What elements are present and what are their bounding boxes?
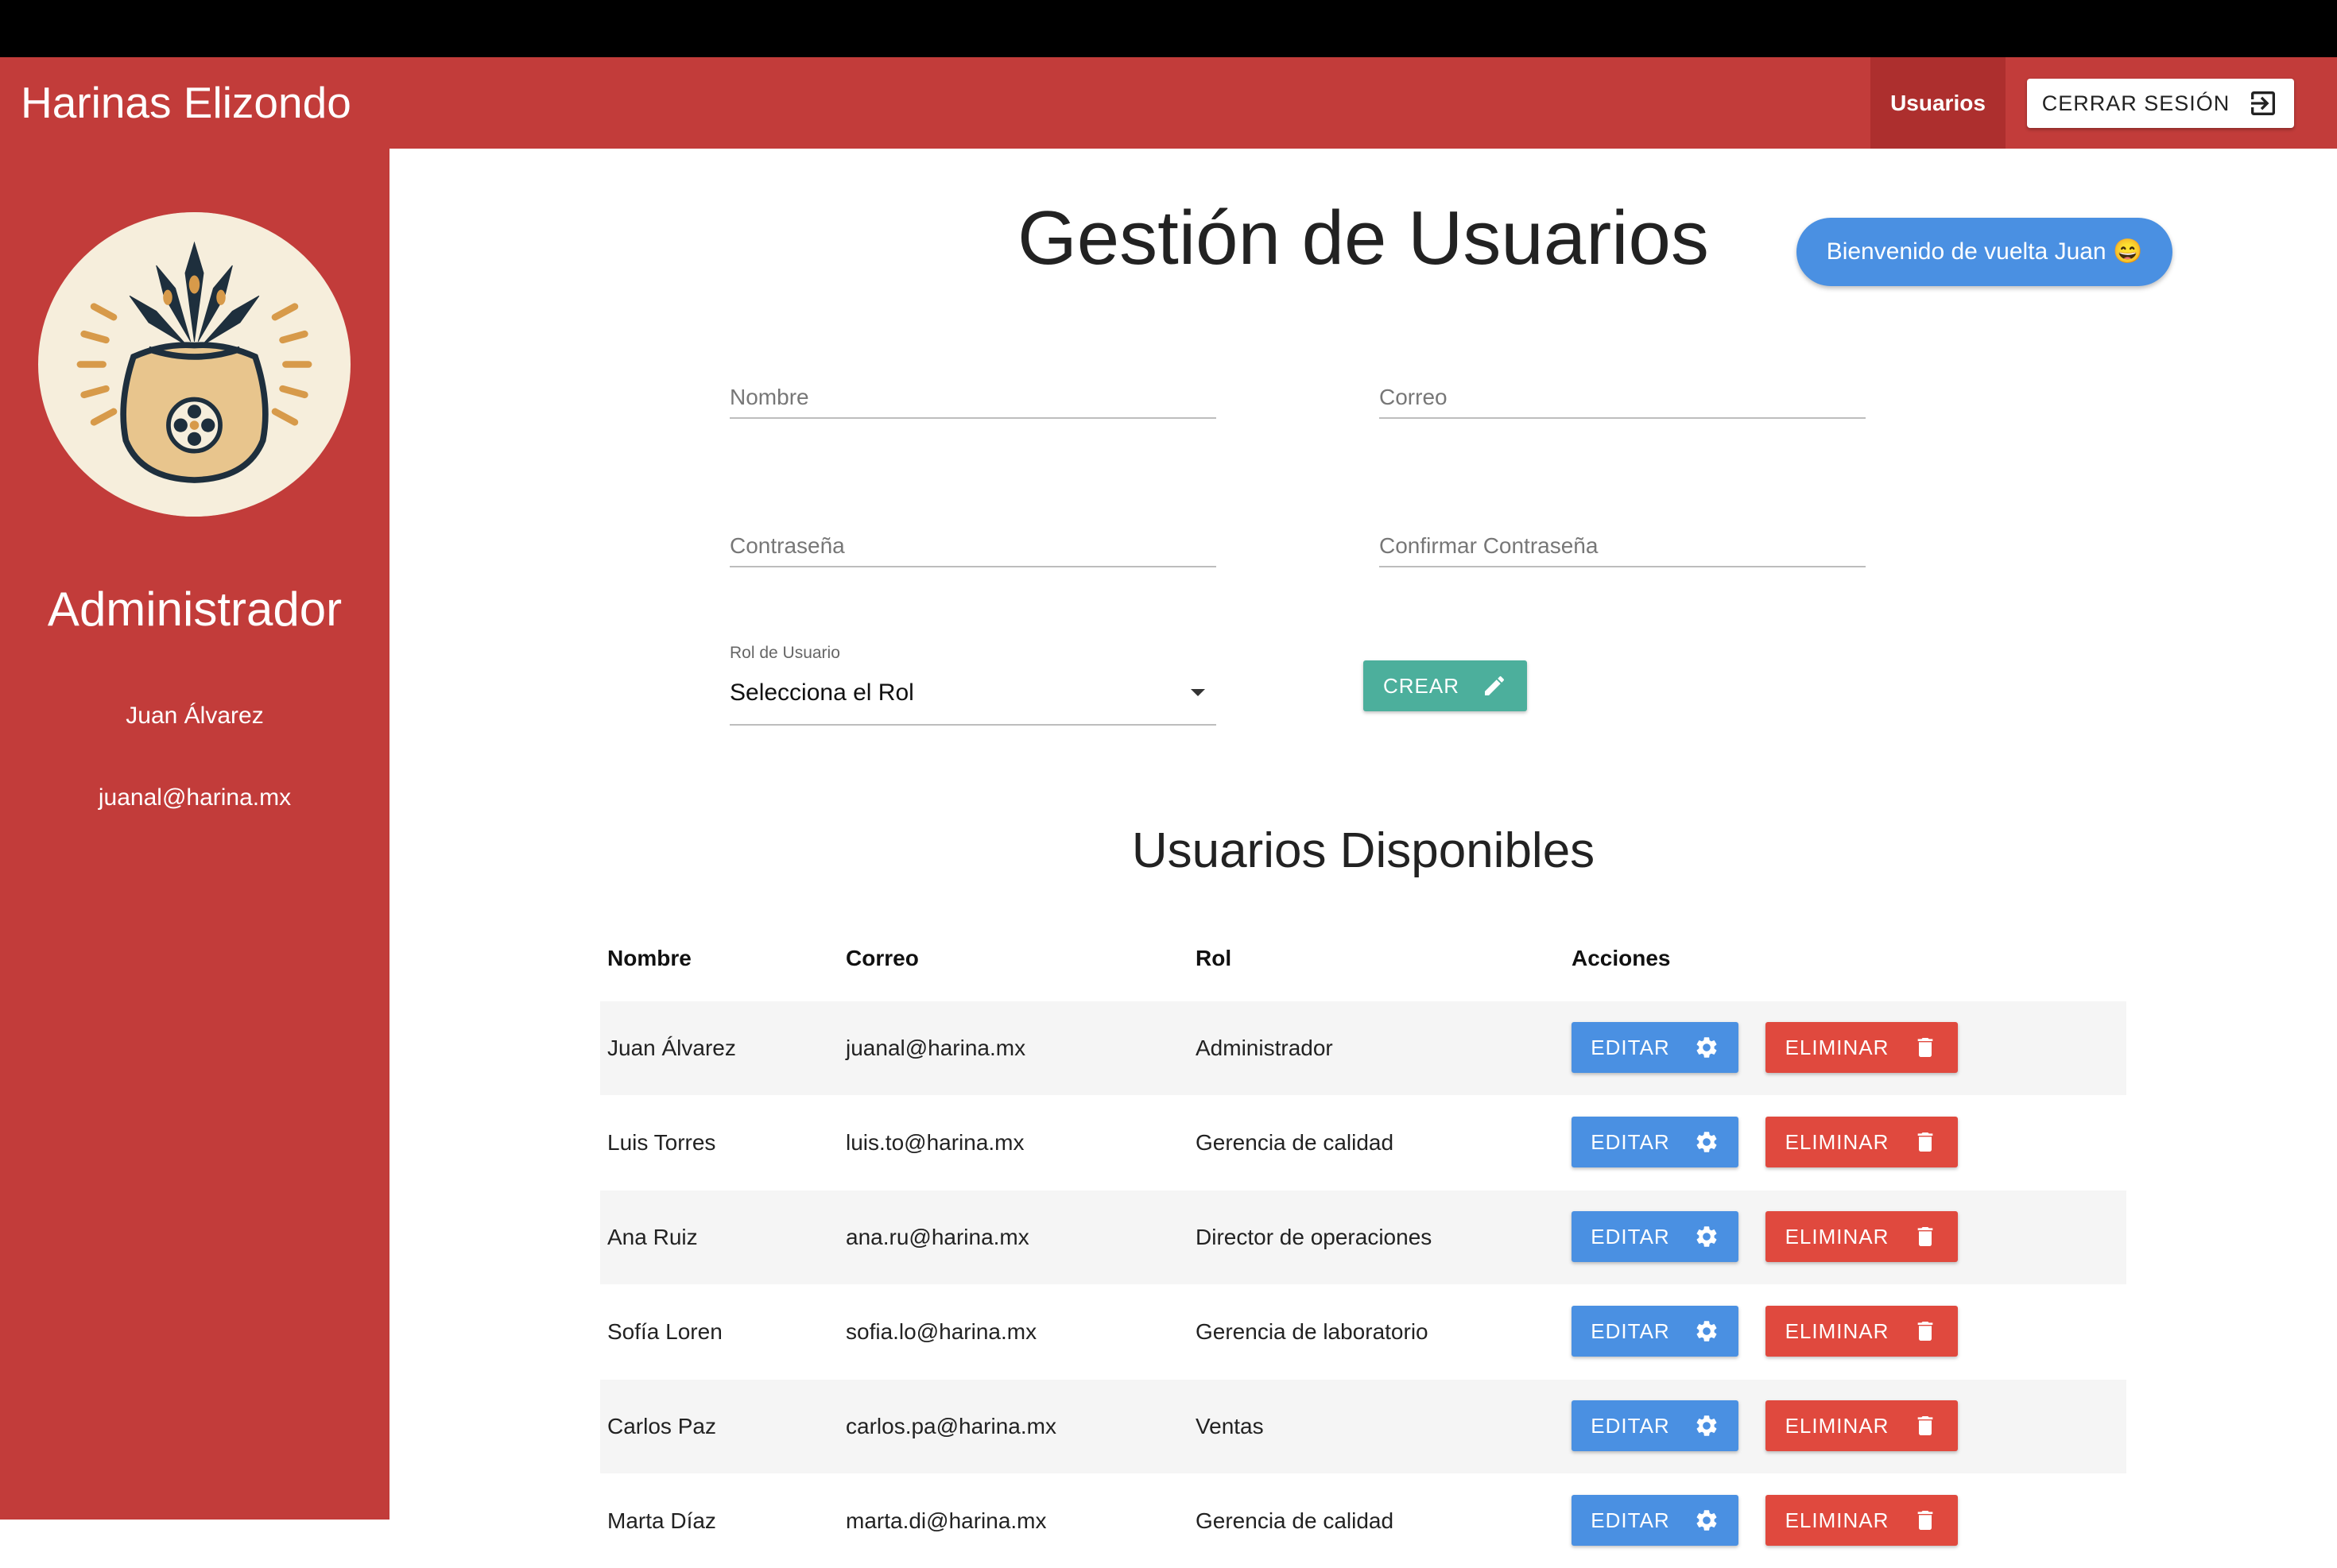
table-row: Luis Torres luis.to@harina.mx Gerencia de … <box>600 1096 2126 1190</box>
logout-button[interactable]: CERRAR SESIÓN <box>2027 79 2294 128</box>
name-field <box>730 377 1216 419</box>
trash-icon <box>1918 1038 1933 1057</box>
trash-icon <box>1918 1511 1933 1530</box>
column-header-acciones: Acciones <box>1572 946 1671 970</box>
delete-label: ELIMINAR <box>1785 1413 1889 1438</box>
column-header-nombre: Nombre <box>607 946 692 970</box>
table-row: Carlos Paz carlos.pa@harina.mx Ventas EDITA… <box>600 1380 2126 1473</box>
email-field <box>1379 377 1866 419</box>
cell-email: juanal@harina.mx <box>846 1036 1026 1060</box>
company-logo <box>38 212 351 517</box>
cell-role: Administrador <box>1196 1036 1333 1060</box>
column-header-rol: Rol <box>1196 946 1232 970</box>
edit-button[interactable]: EDITAR <box>1572 1211 1738 1262</box>
delete-button[interactable]: ELIMINAR <box>1765 1400 1958 1451</box>
cell-name: Marta Díaz <box>607 1508 716 1533</box>
cell-name: Sofía Loren <box>607 1319 723 1344</box>
create-button[interactable]: CREAR <box>1363 660 1527 711</box>
name-input[interactable] <box>730 377 1216 417</box>
delete-label: ELIMINAR <box>1785 1224 1889 1249</box>
navbar: Harinas Elizondo Usuarios CERRAR SESIÓN <box>0 57 2337 149</box>
edit-label: EDITAR <box>1591 1508 1670 1532</box>
cell-name: Juan Álvarez <box>607 1036 736 1060</box>
cell-name: Ana Ruiz <box>607 1225 698 1249</box>
edit-button[interactable]: EDITAR <box>1572 1495 1738 1546</box>
table-row: Sofía Loren sofia.lo@harina.mx Gerencia de… <box>600 1285 2126 1379</box>
edit-label: EDITAR <box>1591 1035 1670 1059</box>
delete-button[interactable]: ELIMINAR <box>1765 1117 1958 1167</box>
table-row: Marta Díaz marta.di@harina.mx Gerencia de … <box>600 1474 2126 1568</box>
sidebar-user-name: Juan Álvarez <box>126 703 264 729</box>
cell-role: Ventas <box>1196 1414 1264 1438</box>
table-row: Ana Ruiz ana.ru@harina.mx Director de oper… <box>600 1191 2126 1284</box>
welcome-badge[interactable]: Bienvenido de vuelta Juan 😄 <box>1796 218 2172 286</box>
gear-icon <box>1696 1415 1717 1436</box>
trash-icon <box>1918 1227 1933 1246</box>
logout-label: CERRAR SESIÓN <box>2041 91 2230 115</box>
logout-icon <box>2251 91 2276 115</box>
gear-icon <box>1696 1132 1717 1152</box>
trash-icon <box>1918 1322 1933 1341</box>
table-title: Usuarios Disponibles <box>1131 823 1595 878</box>
gear-icon <box>1696 1037 1717 1058</box>
sidebar-user-email: juanal@harina.mx <box>98 784 292 811</box>
password-input[interactable] <box>730 526 1216 566</box>
delete-button[interactable]: ELIMINAR <box>1765 1495 1958 1546</box>
cell-role: Gerencia de laboratorio <box>1196 1319 1428 1344</box>
caret-down-icon <box>1191 689 1205 696</box>
page-title: Gestión de Usuarios <box>1017 196 1709 281</box>
edit-button[interactable]: EDITAR <box>1572 1400 1738 1451</box>
cell-role: Director de operaciones <box>1196 1225 1432 1249</box>
cell-email: ana.ru@harina.mx <box>846 1225 1029 1249</box>
cell-email: luis.to@harina.mx <box>846 1130 1025 1155</box>
cell-email: marta.di@harina.mx <box>846 1508 1047 1533</box>
trash-icon <box>1918 1132 1933 1152</box>
role-select-value: Selecciona el Rol <box>730 679 914 706</box>
confirm-password-input[interactable] <box>1379 526 1866 566</box>
edit-label: EDITAR <box>1591 1413 1670 1438</box>
delete-button[interactable]: ELIMINAR <box>1765 1022 1958 1073</box>
confirm-password-field <box>1379 526 1866 567</box>
email-input[interactable] <box>1379 377 1866 417</box>
delete-button[interactable]: ELIMINAR <box>1765 1306 1958 1357</box>
delete-label: ELIMINAR <box>1785 1318 1889 1343</box>
table-row: Juan Álvarez juanal@harina.mx Administrado… <box>600 1001 2126 1095</box>
gear-icon <box>1696 1510 1717 1531</box>
gear-icon <box>1696 1321 1717 1342</box>
brand-title[interactable]: Harinas Elizondo <box>21 57 351 149</box>
sidebar: Administrador Juan Álvarez juanal@harina… <box>0 149 390 1520</box>
trash-icon <box>1918 1416 1933 1435</box>
edit-button[interactable]: EDITAR <box>1572 1022 1738 1073</box>
flour-sack-logo-icon <box>42 212 347 517</box>
sidebar-role: Administrador <box>47 583 343 636</box>
cell-email: sofia.lo@harina.mx <box>846 1319 1037 1344</box>
role-select[interactable]: Selecciona el Rol <box>730 672 1216 726</box>
cell-name: Luis Torres <box>607 1130 716 1155</box>
edit-label: EDITAR <box>1591 1129 1670 1154</box>
delete-label: ELIMINAR <box>1785 1035 1889 1059</box>
nav-link-usuarios[interactable]: Usuarios <box>1870 57 2006 149</box>
pencil-icon <box>1485 676 1505 695</box>
role-select-label: Rol de Usuario <box>730 644 840 662</box>
delete-label: ELIMINAR <box>1785 1508 1889 1532</box>
gear-icon <box>1696 1226 1717 1247</box>
edit-button[interactable]: EDITAR <box>1572 1117 1738 1167</box>
delete-button[interactable]: ELIMINAR <box>1765 1211 1958 1262</box>
edit-label: EDITAR <box>1591 1318 1670 1343</box>
cell-role: Gerencia de calidad <box>1196 1508 1394 1533</box>
cell-role: Gerencia de calidad <box>1196 1130 1394 1155</box>
edit-label: EDITAR <box>1591 1224 1670 1249</box>
cell-name: Carlos Paz <box>607 1414 716 1438</box>
column-header-correo: Correo <box>846 946 919 970</box>
password-field <box>730 526 1216 567</box>
create-label: CREAR <box>1382 673 1459 698</box>
top-black-bar <box>0 0 2337 57</box>
cell-email: carlos.pa@harina.mx <box>846 1414 1056 1438</box>
edit-button[interactable]: EDITAR <box>1572 1306 1738 1357</box>
delete-label: ELIMINAR <box>1785 1129 1889 1154</box>
